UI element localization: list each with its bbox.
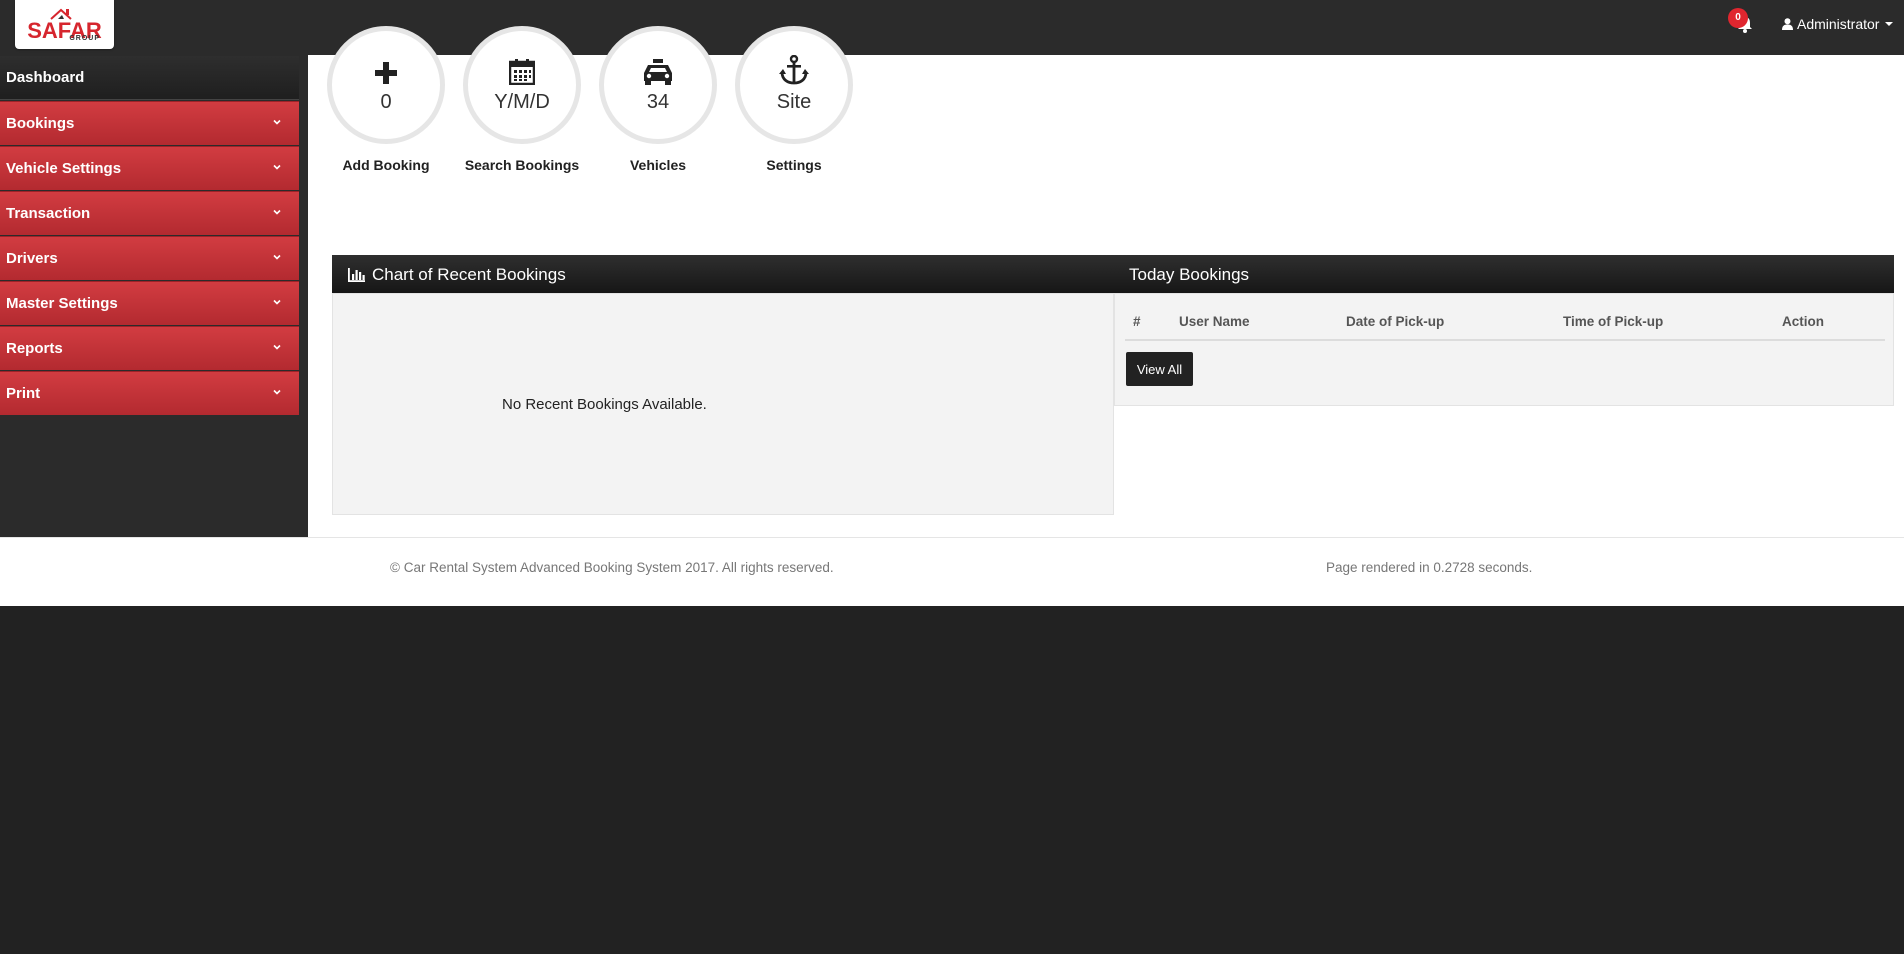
sidebar-item-print[interactable]: Print — [0, 371, 299, 415]
anchor-icon — [779, 54, 809, 84]
sidebar-item-drivers[interactable]: Drivers — [0, 236, 299, 280]
table-header-action: Action — [1782, 314, 1824, 329]
sidebar-item-dashboard[interactable]: Dashboard — [0, 56, 299, 100]
tile-circle[interactable]: 34 — [599, 26, 717, 144]
sidebar-item-master-settings[interactable]: Master Settings — [0, 281, 299, 325]
user-icon — [1782, 18, 1793, 30]
tile-settings[interactable]: Site Settings — [731, 26, 857, 173]
tile-search-bookings[interactable]: Y/M/D Search Bookings — [459, 26, 585, 173]
user-menu-label: Administrator — [1797, 16, 1880, 32]
today-panel-body — [1114, 293, 1894, 406]
tile-label[interactable]: Search Bookings — [459, 157, 585, 173]
chevron-down-icon — [273, 389, 281, 395]
tile-circle[interactable]: Site — [735, 26, 853, 144]
bar-chart-icon — [348, 268, 365, 282]
tile-value: Y/M/D — [494, 90, 550, 113]
table-header-user-name: User Name — [1179, 314, 1250, 329]
chevron-down-icon — [273, 344, 281, 350]
sidebar-item-label: Dashboard — [6, 69, 85, 86]
sidebar-item-vehicle-settings[interactable]: Vehicle Settings — [0, 146, 299, 190]
sidebar-item-reports[interactable]: Reports — [0, 326, 299, 370]
view-all-button[interactable]: View All — [1126, 352, 1193, 386]
house-logo-icon — [50, 8, 72, 20]
tile-circle[interactable]: Y/M/D — [463, 26, 581, 144]
calendar-icon — [509, 58, 535, 85]
plus-icon — [375, 61, 397, 84]
sidebar-item-bookings[interactable]: Bookings — [0, 101, 299, 145]
chart-panel-header: Chart of Recent Bookings — [332, 255, 1114, 295]
logo-subtext: GROUP — [69, 35, 100, 42]
sidebar-item-label: Drivers — [6, 250, 58, 267]
sidebar-item-label: Transaction — [6, 205, 91, 222]
table-header-date-of-pickup: Date of Pick-up — [1346, 314, 1445, 329]
tile-value: 0 — [380, 90, 392, 113]
caret-down-icon — [1885, 22, 1894, 26]
tile-vehicles[interactable]: 34 Vehicles — [595, 26, 721, 173]
tile-value: 34 — [646, 90, 670, 113]
footer-render-time: Page rendered in 0.2728 seconds. — [1326, 560, 1533, 575]
sidebar-item-label: Print — [6, 385, 41, 402]
chart-panel-title: Chart of Recent Bookings — [372, 265, 566, 284]
safar-logo[interactable]: SAFAR GROUP — [15, 0, 114, 49]
table-header-divider — [1125, 339, 1885, 341]
today-panel-header: Today Bookings — [1114, 255, 1894, 295]
top-navbar: SAFAR GROUP 0 Administrator — [0, 0, 1904, 55]
tile-label[interactable]: Settings — [731, 157, 857, 173]
taxi-icon — [644, 58, 672, 85]
tile-value: Site — [776, 90, 812, 113]
today-panel-title: Today Bookings — [1129, 265, 1250, 284]
table-header-time-of-pickup: Time of Pick-up — [1563, 314, 1664, 329]
chevron-down-icon — [273, 209, 281, 215]
sidebar: Dashboard Bookings Vehicle Settings Tran… — [0, 55, 308, 537]
tile-circle[interactable]: 0 — [327, 26, 445, 144]
notification-count-badge[interactable]: 0 — [1728, 8, 1748, 28]
user-menu[interactable]: Administrator — [1782, 16, 1894, 32]
no-recent-bookings-text: No Recent Bookings Available. — [502, 396, 707, 413]
tile-add-booking[interactable]: 0 Add Booking — [323, 26, 449, 173]
chevron-down-icon — [273, 164, 281, 170]
table-header-number: # — [1133, 314, 1141, 329]
footer: © Car Rental System Advanced Booking Sys… — [0, 537, 1904, 606]
tile-label[interactable]: Vehicles — [595, 157, 721, 173]
chevron-down-icon — [273, 254, 281, 260]
chart-panel-body — [332, 293, 1114, 515]
sidebar-item-label: Bookings — [6, 115, 75, 132]
sidebar-item-label: Vehicle Settings — [6, 160, 122, 177]
footer-copyright: © Car Rental System Advanced Booking Sys… — [390, 560, 834, 575]
sidebar-item-label: Reports — [6, 340, 63, 357]
chevron-down-icon — [273, 299, 281, 305]
tile-label[interactable]: Add Booking — [323, 157, 449, 173]
sidebar-item-transaction[interactable]: Transaction — [0, 191, 299, 235]
chevron-down-icon — [273, 119, 281, 125]
sidebar-item-label: Master Settings — [6, 295, 118, 312]
